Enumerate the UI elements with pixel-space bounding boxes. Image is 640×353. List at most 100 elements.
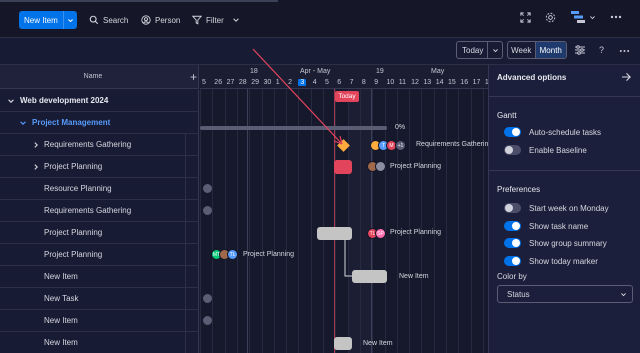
add-column-button[interactable]: + <box>188 70 199 84</box>
today-marker-toggle[interactable]: Show today marker <box>504 256 598 266</box>
task-bar[interactable] <box>352 270 387 283</box>
person-filter-button[interactable]: Person <box>141 11 180 29</box>
task-name-label: Project Planning <box>243 251 294 258</box>
chevron-right-icon[interactable] <box>32 163 40 171</box>
group-summary-toggle[interactable]: Show group summary <box>504 238 607 248</box>
tab-month[interactable]: Month <box>535 42 566 58</box>
preferences-section-title: Preferences <box>497 185 541 194</box>
person-icon <box>141 15 151 25</box>
item-name: Project Planning <box>44 250 103 259</box>
chevron-down-icon[interactable] <box>19 119 27 127</box>
color-by-value: Status <box>507 289 530 299</box>
baseline-toggle[interactable]: Enable Baseline <box>504 145 587 155</box>
day-tick: 17 <box>472 79 481 86</box>
day-tick: 7 <box>349 79 354 86</box>
item-name: Project Management <box>32 118 111 127</box>
gantt-view-switcher[interactable] <box>570 10 596 24</box>
settings-sliders-icon[interactable] <box>574 44 586 56</box>
list-item[interactable]: Requirements Gathering <box>0 134 199 156</box>
filter-icon <box>192 15 202 25</box>
item-name: Project Planning <box>44 228 103 237</box>
top-divider <box>0 0 278 2</box>
chevron-down-icon <box>589 14 596 21</box>
list-item[interactable]: Project Management <box>0 112 199 134</box>
list-item[interactable]: Project Planning <box>0 244 199 266</box>
time-scale-switch: Week Month <box>507 41 567 59</box>
day-tick: 11 <box>398 79 407 86</box>
annotation-arrow <box>252 48 343 145</box>
panel-title: Advanced options <box>497 73 567 82</box>
list-item[interactable]: New Task <box>0 288 199 310</box>
help-icon[interactable]: ? <box>599 45 604 55</box>
more-avatars-badge[interactable]: +1 <box>395 140 406 151</box>
no-date-indicator[interactable] <box>203 316 212 325</box>
filter-label: Filter <box>206 15 224 25</box>
day-tick: 27 <box>226 79 235 86</box>
toggle-switch[interactable] <box>504 256 521 266</box>
day-gridline <box>446 89 447 353</box>
chevron-down-icon[interactable] <box>64 17 77 24</box>
list-item[interactable]: New Item <box>0 332 199 353</box>
task-name-label: New Item <box>363 340 393 347</box>
search-label: Search <box>103 15 129 25</box>
list-item[interactable]: New Item <box>0 266 199 288</box>
group-row[interactable]: Web development 2024 <box>0 90 199 112</box>
day-gridline <box>482 89 484 353</box>
task-name-label: New Item <box>399 273 429 280</box>
chevron-right-icon[interactable] <box>32 141 40 149</box>
list-item[interactable]: Project Planning <box>0 222 199 244</box>
item-name: Project Planning <box>44 162 103 171</box>
avatar <box>375 161 386 172</box>
tab-week[interactable]: Week <box>508 42 536 58</box>
list-item[interactable]: Project Planning <box>0 156 199 178</box>
item-name: New Item <box>44 272 78 281</box>
avatar: SP <box>375 228 386 239</box>
chevron-down-icon[interactable] <box>488 47 502 54</box>
toggle-label: Show group summary <box>529 238 607 248</box>
list-item[interactable]: Requirements Gathering <box>0 200 199 222</box>
auto-schedule-toggle[interactable]: Auto-schedule tasks <box>504 127 601 137</box>
toggle-label: Start week on Monday <box>529 203 609 213</box>
item-name: Web development 2024 <box>20 96 109 105</box>
item-name: New Item <box>44 316 78 325</box>
name-column-header[interactable]: Name <box>0 73 186 80</box>
today-dropdown[interactable]: Today <box>456 41 503 59</box>
gantt-view-icon <box>570 10 586 24</box>
day-tick: 15 <box>448 79 456 86</box>
week-boundary-line <box>371 65 372 353</box>
list-item[interactable]: Resource Planning <box>0 178 199 200</box>
task-name-toggle[interactable]: Show task name <box>504 221 588 231</box>
new-item-button[interactable]: New Item <box>19 11 77 29</box>
task-bar[interactable] <box>334 337 352 350</box>
day-tick: 12 <box>411 79 419 86</box>
day-tick: 9 <box>374 79 379 86</box>
chevron-down-icon[interactable] <box>7 97 15 105</box>
item-name: New Task <box>44 294 79 303</box>
month-label: May <box>431 68 445 75</box>
no-date-indicator[interactable] <box>203 294 212 303</box>
toggle-switch[interactable] <box>504 127 521 137</box>
fullscreen-icon[interactable] <box>520 11 531 23</box>
new-item-label: New Item <box>24 15 58 25</box>
toggle-switch[interactable] <box>504 203 521 213</box>
day-tick: 13 <box>423 79 432 86</box>
task-name-label: Requirements Gathering <box>416 141 493 148</box>
filter-button[interactable]: Filter <box>192 11 240 29</box>
item-name: Requirements Gathering <box>44 206 132 215</box>
day-gridline <box>433 89 435 353</box>
collapse-panel-icon[interactable] <box>621 72 632 82</box>
color-by-select[interactable]: Status <box>497 285 633 303</box>
task-bar[interactable] <box>334 160 352 174</box>
more-options-icon[interactable] <box>619 49 630 53</box>
toggle-switch[interactable] <box>504 238 521 248</box>
search-button[interactable]: Search <box>89 11 128 29</box>
more-options-icon[interactable] <box>610 15 622 19</box>
chevron-down-icon[interactable] <box>232 16 240 24</box>
no-date-indicator[interactable] <box>203 184 212 193</box>
gear-icon[interactable] <box>545 12 556 23</box>
no-date-indicator[interactable] <box>203 206 212 215</box>
start-monday-toggle[interactable]: Start week on Monday <box>504 203 609 213</box>
list-item[interactable]: New Item <box>0 310 199 332</box>
toggle-switch[interactable] <box>504 145 521 155</box>
toggle-switch[interactable] <box>504 221 521 231</box>
